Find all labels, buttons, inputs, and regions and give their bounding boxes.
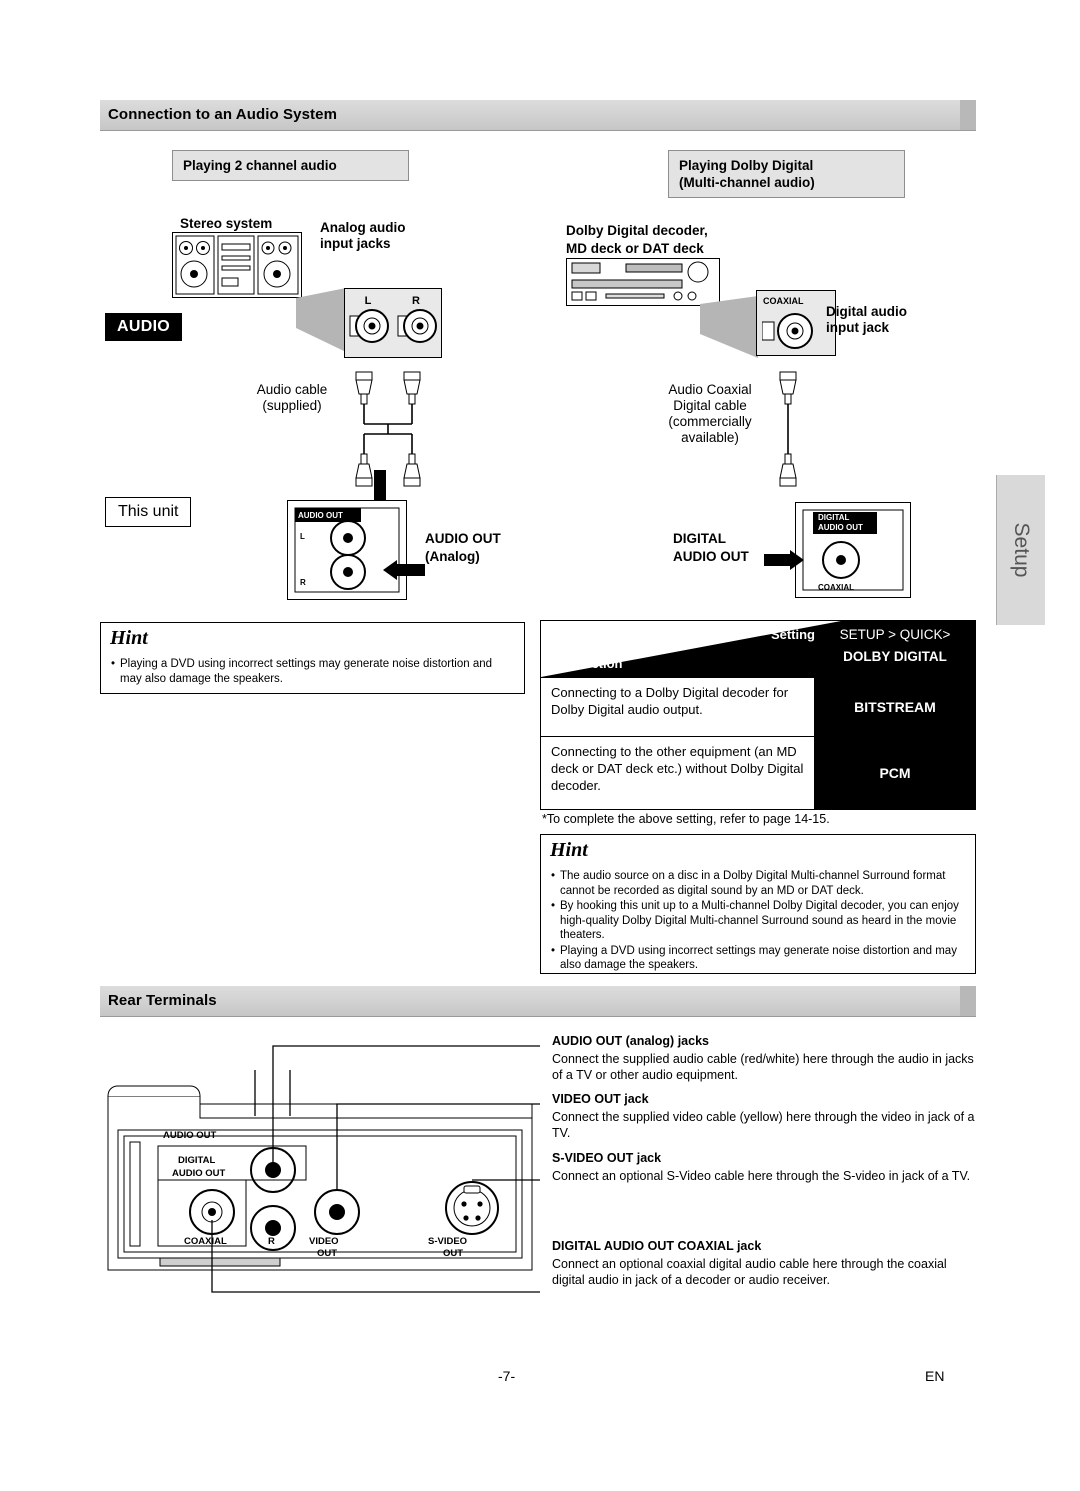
desc-heading: AUDIO OUT (analog) jacks — [552, 1034, 709, 1048]
hint-left-list: Playing a DVD using incorrect settings m… — [111, 657, 514, 686]
unit-audio-out-l: L — [300, 532, 305, 541]
hint-box-right: Hint The audio source on a disc in a Dol… — [540, 834, 976, 974]
zoom-wedge-right — [700, 296, 758, 358]
side-tab-label: Setup — [1010, 522, 1033, 578]
rear-desc-svideo-out: S-VIDEO OUT jack Connect an optional S-V… — [552, 1150, 976, 1184]
list-item: Playing a DVD using incorrect settings m… — [111, 657, 514, 686]
unit-coaxial-label: COAXIAL — [818, 583, 854, 592]
audio-out-callout: AUDIO OUT — [425, 531, 501, 546]
desc-heading: DIGITAL AUDIO OUT COAXIAL jack — [552, 1239, 762, 1253]
row-setting: PCM — [814, 737, 975, 809]
page-number: -7- — [498, 1368, 516, 1384]
digital-audio-out-callout-2: AUDIO OUT — [673, 549, 749, 564]
audio-cable-drawing — [355, 371, 421, 487]
audio-cable-label: Audio cable (supplied) — [256, 382, 328, 413]
zoom-wedge-left — [296, 288, 346, 352]
coaxial-label: COAXIAL — [763, 296, 804, 306]
unit-audio-out-r: R — [300, 578, 306, 587]
subhead-dolby-line2: (Multi-channel audio) — [679, 175, 815, 190]
coaxial-cable-label: Audio Coaxial Digital cable (commerciall… — [668, 382, 752, 445]
audio-out-callout-arrow — [383, 560, 425, 580]
rear-desc-coaxial: DIGITAL AUDIO OUT COAXIAL jack Connect a… — [552, 1238, 976, 1288]
list-item: By hooking this unit up to a Multi-chann… — [551, 899, 965, 943]
stereo-system-drawing — [172, 232, 302, 298]
section-header-rear-terminals: Rear Terminals — [100, 986, 976, 1017]
table-row: Connecting to a Dolby Digital decoder fo… — [541, 677, 975, 736]
digital-input-jack — [762, 313, 813, 349]
header-setting: Setting — [770, 627, 815, 642]
table-header: Setting Connection SETUP > QUICK> DOLBY … — [541, 621, 975, 677]
section-title: Connection to an Audio System — [108, 106, 338, 123]
digital-audio-input-jack-label: Digital audio input jack — [826, 304, 907, 335]
analog-input-jacks — [349, 309, 437, 343]
desc-heading: S-VIDEO OUT jack — [552, 1151, 662, 1165]
section-header-audio-system: Connection to an Audio System — [100, 100, 976, 131]
rear-leader-lines — [211, 1045, 540, 1293]
desc-body: Connect the supplied video cable (yellow… — [552, 1110, 975, 1140]
audio-out-callout-2: (Analog) — [425, 549, 480, 564]
section-cap — [960, 986, 976, 1016]
audio-badge: AUDIO — [105, 313, 183, 341]
hint-title-right: Hint — [550, 839, 588, 861]
subhead-dolby-line1: Playing Dolby Digital — [679, 158, 814, 173]
unit-digital-label: DIGITAL — [818, 513, 850, 522]
header-right-line2: DOLBY DIGITAL — [843, 649, 947, 664]
list-item: The audio source on a disc in a Dolby Di… — [551, 869, 965, 898]
row-connection: Connecting to the other equipment (an MD… — [551, 744, 804, 793]
this-unit-badge: This unit — [105, 497, 192, 527]
desc-heading: VIDEO OUT jack — [552, 1092, 649, 1106]
rear-desc-audio-out: AUDIO OUT (analog) jacks Connect the sup… — [552, 1033, 976, 1083]
hint-right-list: The audio source on a disc in a Dolby Di… — [551, 869, 965, 973]
hint-title-left: Hint — [110, 627, 148, 649]
desc-body: Connect an optional coaxial digital audi… — [552, 1257, 947, 1287]
desc-body: Connect an optional S-Video cable here t… — [552, 1169, 971, 1183]
manual-page: Connection to an Audio System Playing 2 … — [0, 0, 1080, 1491]
row-connection: Connecting to a Dolby Digital decoder fo… — [551, 685, 789, 717]
table-row: Connecting to the other equipment (an MD… — [541, 736, 975, 809]
subhead-2ch-audio: Playing 2 channel audio — [172, 150, 409, 181]
list-item: Playing a DVD using incorrect settings m… — [551, 944, 965, 973]
digital-audio-out-callout-1: DIGITAL — [673, 531, 726, 546]
analog-audio-input-jacks-label: Analog audio input jacks — [320, 220, 406, 251]
decoder-label-line1: Dolby Digital decoder, — [566, 223, 708, 238]
hint-box-left: Hint Playing a DVD using incorrect setti… — [100, 622, 525, 694]
digital-audio-out-arrow — [764, 550, 804, 570]
row-setting: BITSTREAM — [814, 678, 975, 736]
jack-label-l: L — [364, 295, 372, 307]
jack-label-r: R — [412, 295, 420, 307]
unit-audio-out-label-right: AUDIO OUT — [818, 523, 863, 532]
header-connection: Connection — [551, 656, 623, 671]
section-title: Rear Terminals — [108, 992, 217, 1009]
stereo-system-label: Stereo system — [180, 216, 273, 231]
table-note: *To complete the above setting, refer to… — [542, 812, 830, 826]
unit-audio-out-label: AUDIO OUT — [298, 511, 343, 520]
section-cap — [960, 100, 976, 130]
subhead-dolby-digital: Playing Dolby Digital (Multi-channel aud… — [668, 150, 905, 198]
side-tab-setup: Setup — [996, 475, 1045, 625]
rear-desc-video-out: VIDEO OUT jack Connect the supplied vide… — [552, 1091, 976, 1141]
decoder-label-line2: MD deck or DAT deck — [566, 241, 704, 256]
header-right-line1: SETUP > QUICK> — [839, 627, 951, 642]
decoder-drawing — [566, 258, 720, 306]
language-code: EN — [925, 1368, 945, 1384]
desc-body: Connect the supplied audio cable (red/wh… — [552, 1052, 974, 1082]
header-right: SETUP > QUICK> DOLBY DIGITAL — [815, 621, 975, 677]
setting-connection-table: Setting Connection SETUP > QUICK> DOLBY … — [540, 620, 976, 810]
